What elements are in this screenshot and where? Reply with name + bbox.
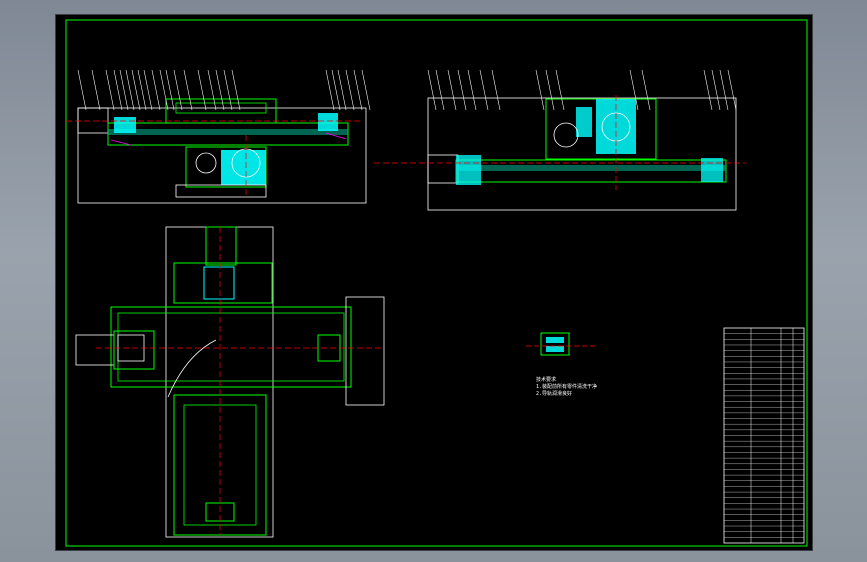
leader-line <box>703 69 713 111</box>
leader-line <box>457 69 467 111</box>
leader-line <box>143 69 153 111</box>
cad-drawing-canvas: 技术要求 1.装配前所有零件清洗干净 2.导轨润滑良好 <box>65 19 808 547</box>
leader-line <box>535 69 545 111</box>
leader-line <box>427 69 437 111</box>
leader-line <box>331 69 341 111</box>
leader-line <box>555 69 565 111</box>
leader-line <box>353 69 363 111</box>
title-block-rows <box>724 333 804 538</box>
note-line-3: 2.导轨润滑良好 <box>536 390 572 397</box>
note-line-1: 技术要求 <box>536 376 556 383</box>
front-view-balloon-leaders <box>77 69 371 111</box>
leader-line <box>727 69 737 111</box>
leader-line <box>711 69 721 111</box>
leader-line <box>113 69 123 111</box>
leader-line <box>491 69 501 111</box>
leader-line <box>447 69 457 111</box>
leader-line <box>467 69 477 111</box>
leader-line <box>345 69 355 111</box>
detail-note: 技术要求 1.装配前所有零件清洗干净 2.导轨润滑良好 <box>536 376 597 397</box>
cad-viewport[interactable]: 技术要求 1.装配前所有零件清洗干净 2.导轨润滑良好 <box>55 14 813 551</box>
leader-line <box>325 69 335 111</box>
leader-line <box>131 69 141 111</box>
detail-view <box>526 332 596 356</box>
leader-line <box>159 69 169 111</box>
leader-line <box>361 69 371 111</box>
side-view-balloon-leaders <box>427 69 737 111</box>
leader-line <box>641 69 651 111</box>
side-view-assembly <box>374 95 746 211</box>
leader-line <box>151 69 161 111</box>
leader-line <box>183 69 193 111</box>
leader-line <box>479 69 489 111</box>
title-block <box>723 327 805 544</box>
leader-line <box>545 69 555 111</box>
leader-line <box>207 69 217 111</box>
leader-line <box>337 69 347 111</box>
front-view-assembly <box>66 98 367 204</box>
leader-line <box>165 69 175 111</box>
leader-line <box>91 69 101 111</box>
leader-line <box>215 69 225 111</box>
leader-line <box>125 69 135 111</box>
leader-line <box>719 69 729 111</box>
leader-line <box>197 69 207 111</box>
leader-line <box>435 69 445 111</box>
leader-line <box>137 69 147 111</box>
leader-line <box>231 69 241 111</box>
leader-line <box>119 69 129 111</box>
leader-line <box>105 69 115 111</box>
leader-line <box>173 69 183 111</box>
leader-line <box>223 69 233 111</box>
leader-line <box>77 69 87 111</box>
plan-view-assembly <box>75 226 385 538</box>
note-line-2: 1.装配前所有零件清洗干净 <box>536 383 597 390</box>
